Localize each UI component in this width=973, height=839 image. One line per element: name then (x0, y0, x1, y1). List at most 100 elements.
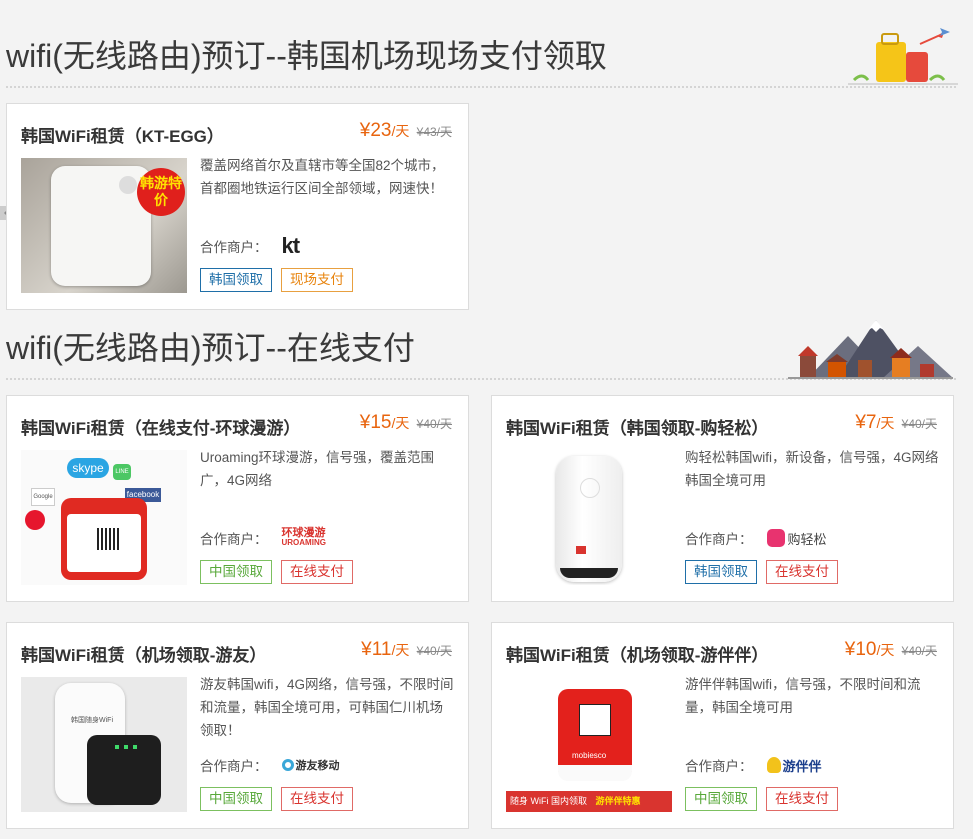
section-title-airport-pay: wifi(无线路由)预订--韩国机场现场支付领取 (6, 38, 607, 74)
product-name[interactable]: 韩国WiFi租赁（韩国领取-购轻松） (506, 414, 768, 439)
router-device (61, 498, 147, 580)
router-brand: mobiesco (572, 751, 607, 760)
partner-row: 合作商户： 游友移动 (200, 753, 340, 777)
youyou-icon (281, 759, 294, 771)
partner-logo-uroaming: 环球漫游 UROAMING (282, 528, 326, 548)
qr-code (579, 704, 611, 736)
original-price: ¥43/天 (416, 125, 452, 139)
product-card-youbanban[interactable]: 韩国WiFi租赁（机场领取-游伴伴） ¥10/天 ¥40/天 mobiesco … (491, 622, 954, 829)
tag-pay-online[interactable]: 在线支付 (281, 560, 353, 584)
product-name[interactable]: 韩国WiFi租赁（机场领取-游伴伴） (506, 641, 768, 666)
youbanban-icon (766, 757, 781, 773)
promo-banner: 随身 WiFi 国内领取 游伴伴特惠 (506, 791, 672, 812)
partner-label: 合作商户： (685, 759, 753, 774)
gouqingsong-icon (766, 529, 785, 547)
price-unit: /天 (876, 642, 895, 658)
partner-label: 合作商户： (685, 532, 753, 547)
product-name[interactable]: 韩国WiFi租赁（在线支付-环球漫游） (21, 414, 300, 439)
tag-pickup-china[interactable]: 中国领取 (200, 560, 272, 584)
original-price: ¥40/天 (901, 644, 937, 658)
product-description: 覆盖网络首尔及直辖市等全国82个城市，首都圈地铁运行区间全部领域，网速快！ (200, 158, 445, 196)
partner-row: 合作商户： 游伴伴 (685, 753, 822, 777)
tag-pickup-china[interactable]: 中国领取 (685, 787, 757, 811)
tag-pay-online[interactable]: 在线支付 (766, 787, 838, 811)
tag-list: 韩国领取 现场支付 (200, 268, 362, 292)
price-value: ¥23 (359, 120, 392, 141)
price-value: ¥7 (855, 412, 877, 433)
partner-label: 合作商户： (200, 532, 268, 547)
original-price: ¥40/天 (416, 417, 452, 431)
product-card-gouqingsong[interactable]: 韩国WiFi租赁（韩国领取-购轻松） ¥7/天 ¥40/天 购轻松韩国wifi，… (491, 395, 954, 602)
price-unit: /天 (876, 415, 895, 431)
tag-list: 韩国领取 在线支付 (685, 560, 847, 584)
product-description: Uroaming环球漫游，信号强，覆盖范围广，4G网络 (200, 450, 435, 488)
product-name[interactable]: 韩国WiFi租赁（KT-EGG） (21, 122, 224, 147)
product-price: ¥23/天 ¥43/天 (360, 120, 452, 142)
line-logo: LINE (113, 464, 131, 480)
product-image[interactable]: 韩游特价 (21, 158, 187, 293)
tag-list: 中国领取 在线支付 (685, 787, 847, 811)
product-description: 购轻松韩国wifi，新设备，信号强，4G网络 韩国全境可用 (685, 450, 939, 488)
promo-banner-right: 游伴伴特惠 (595, 796, 641, 806)
section-divider (6, 86, 956, 88)
partner-name: 游伴伴 (782, 758, 822, 774)
original-price: ¥40/天 (901, 417, 937, 431)
product-description: 游伴伴韩国wifi，信号强，不限时间和流量，韩国全境可用 (685, 677, 921, 715)
tag-pickup-korea[interactable]: 韩国领取 (200, 268, 272, 292)
product-image[interactable]: skype LINE facebook Google (21, 450, 187, 585)
tag-pickup-china[interactable]: 中国领取 (200, 787, 272, 811)
partner-row: 合作商户： 购轻松 (685, 526, 827, 550)
partner-name: 购轻松 (787, 531, 827, 547)
router-button (580, 478, 600, 498)
product-price: ¥10/天 ¥40/天 (845, 639, 937, 661)
tag-pay-online[interactable]: 在线支付 (766, 560, 838, 584)
router-device (556, 456, 622, 582)
price-unit: /天 (391, 642, 410, 658)
google-logo: Google (31, 488, 55, 506)
product-card-uroaming[interactable]: 韩国WiFi租赁（在线支付-环球漫游） ¥15/天 ¥40/天 skype LI… (6, 395, 469, 602)
qr-code (97, 528, 119, 550)
luggage-illustration (848, 28, 958, 85)
price-value: ¥10 (844, 639, 877, 660)
router-base (560, 568, 618, 578)
promo-banner-left: 随身 WiFi 国内领取 (510, 796, 587, 806)
product-card-youyou[interactable]: 韩国WiFi租赁（机场领取-游友） ¥11/天 ¥40/天 韩国随身WiFi 游… (6, 622, 469, 829)
partner-label: 合作商户： (200, 759, 268, 774)
product-card-kt-egg[interactable]: 韩国WiFi租赁（KT-EGG） ¥23/天 ¥43/天 韩游特价 覆盖网络首尔… (6, 103, 469, 310)
tag-list: 中国领取 在线支付 (200, 560, 362, 584)
price-unit: /天 (391, 415, 410, 431)
product-description: 游友韩国wifi，4G网络，信号强，不限时间和流量，韩国全境可用，可韩国仁川机场… (200, 677, 454, 738)
partner-row: 合作商户： 环球漫游 UROAMING (200, 526, 326, 550)
original-price: ¥40/天 (416, 644, 452, 658)
router-leds (115, 745, 137, 749)
tag-list: 中国领取 在线支付 (200, 787, 362, 811)
tag-pay-online[interactable]: 在线支付 (281, 787, 353, 811)
product-price: ¥11/天 ¥40/天 (361, 639, 452, 661)
partner-row: 合作商户： kt (200, 233, 301, 258)
router-bottom (558, 765, 632, 781)
product-image[interactable]: mobiesco 随身 WiFi 国内领取 游伴伴特惠 (506, 677, 672, 812)
product-price: ¥7/天 ¥40/天 (855, 412, 937, 434)
partner-logo-gouqingsong: 购轻松 (766, 529, 827, 548)
weibo-icon (25, 510, 45, 530)
brand-mark (576, 546, 586, 554)
partner-logo-youbanban: 游伴伴 (766, 756, 822, 775)
price-unit: /天 (391, 123, 410, 139)
product-image[interactable]: 韩国随身WiFi (21, 677, 187, 812)
section-title-online-pay: wifi(无线路由)预订--在线支付 (6, 330, 415, 366)
mountain-village-illustration (788, 320, 953, 379)
partner-sub: UROAMING (281, 538, 326, 547)
partner-label: 合作商户： (200, 240, 268, 255)
thumb-badge: 韩游特价 (137, 168, 185, 216)
partner-logo-kt: kt (281, 233, 301, 258)
partner-name: 游友移动 (295, 760, 340, 772)
tag-pay-on-site[interactable]: 现场支付 (281, 268, 353, 292)
partner-logo-youyou: 游友移动 (281, 757, 340, 773)
skype-logo: skype (67, 458, 109, 478)
tag-pickup-korea[interactable]: 韩国领取 (685, 560, 757, 584)
product-name[interactable]: 韩国WiFi租赁（机场领取-游友） (21, 641, 266, 666)
router-button (119, 176, 137, 194)
price-value: ¥15 (359, 412, 392, 433)
product-price: ¥15/天 ¥40/天 (360, 412, 452, 434)
product-image[interactable] (506, 450, 672, 585)
